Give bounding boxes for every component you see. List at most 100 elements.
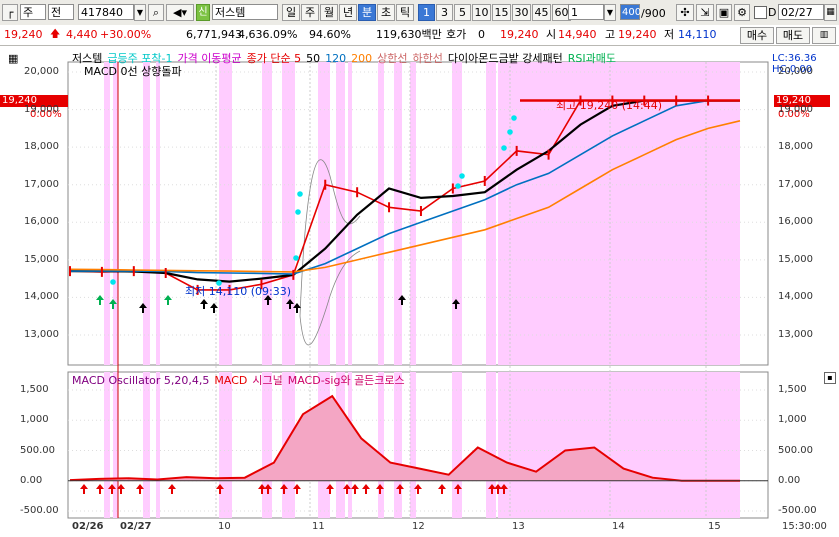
candle-15: [547, 149, 550, 160]
sell-button[interactable]: 매도: [776, 27, 810, 44]
period-button-0[interactable]: 일: [282, 4, 300, 21]
price-tick-right-6: 14,000: [778, 291, 813, 303]
chevron-down-icon[interactable]: ▼: [604, 4, 616, 21]
macd-legend-item-2: 시그널: [252, 374, 283, 387]
period-button-5[interactable]: 초: [377, 4, 395, 21]
high-limit-price: 19,240: [500, 28, 539, 41]
date-input[interactable]: 02/27: [778, 4, 824, 20]
up-arrow-icon: 🡅: [50, 29, 61, 40]
save-icon[interactable]: ▣: [716, 4, 732, 21]
price-tick-left-6: 14,000: [24, 291, 59, 303]
calendar-icon[interactable]: ▦: [824, 4, 837, 21]
x-axis-label-1: 02/27: [120, 521, 152, 532]
macd-tick-left-2: 500.00: [20, 444, 55, 456]
period-button-4[interactable]: 분: [358, 4, 376, 21]
price-legend-item-7: 상한선: [377, 52, 408, 65]
rsi-marker-2: [293, 255, 299, 261]
interval-button-30[interactable]: 30: [512, 4, 531, 21]
price-tick-left-7: 13,000: [24, 329, 59, 340]
candle-13: [483, 175, 486, 186]
macd-legend-item-1: MACD: [214, 374, 248, 387]
macd-highlight-band-13: [452, 372, 462, 518]
x-axis-label-0: 02/26: [72, 521, 104, 532]
crosshair-icon[interactable]: ✣: [676, 4, 694, 21]
period-button-3[interactable]: 년: [339, 4, 357, 21]
scale-icon[interactable]: ⇲: [696, 4, 714, 21]
interval-button-1[interactable]: 1: [418, 4, 435, 21]
hoga-value: 0: [478, 28, 485, 41]
interval-button-3[interactable]: 3: [436, 4, 453, 21]
date-checkbox[interactable]: [754, 6, 767, 19]
highlight-band-10: [378, 62, 384, 365]
x-axis-label-8: 15:30:00: [782, 521, 827, 532]
change-percent: +30.00%: [100, 28, 152, 41]
highlight-band-7: [318, 62, 330, 365]
split-icon[interactable]: ▥: [812, 27, 836, 44]
kind-select[interactable]: 전: [48, 4, 74, 20]
search-icon[interactable]: ⌕: [148, 4, 164, 21]
chart-area[interactable]: [0, 46, 839, 537]
buy-button[interactable]: 매수: [740, 27, 774, 44]
highlight-band-6: [282, 62, 295, 365]
macd-highlight-band-10: [378, 372, 384, 518]
interval-button-15[interactable]: 15: [492, 4, 511, 21]
market-select[interactable]: 주: [20, 4, 46, 20]
price-tick-right-4: 16,000: [778, 216, 813, 228]
rsi-marker-8: [507, 129, 513, 135]
interval-button-45[interactable]: 45: [532, 4, 551, 21]
gear-icon[interactable]: ⚙: [734, 4, 750, 21]
period-button-1[interactable]: 주: [301, 4, 319, 21]
chevron-down-icon[interactable]: ▼: [134, 4, 146, 21]
rsi-marker-6: [459, 173, 465, 179]
highlight-band-14: [486, 62, 496, 365]
macd-highlight-band-4: [219, 372, 232, 518]
low-label: 저: [664, 28, 675, 41]
highlight-band-1: [113, 62, 118, 365]
rsi-marker-0: [110, 279, 116, 285]
price-legend-item-5: 120: [325, 52, 347, 65]
rsi-marker-7: [501, 145, 507, 151]
period-button-2[interactable]: 월: [320, 4, 338, 21]
open-label: 시: [546, 28, 557, 41]
candle-14: [515, 145, 518, 156]
interval-select[interactable]: 1: [568, 4, 604, 20]
pane-toggle-icon[interactable]: ▪: [824, 372, 836, 384]
count-input[interactable]: 400: [620, 4, 641, 20]
candle-3: [164, 268, 167, 279]
price-tick-right-1: 19,000: [778, 103, 813, 115]
price-legend: 저스템 급등주 포착-1 가격 이동평균 종가 단순 5 50 120 200 상한선 하한선 다…: [72, 52, 621, 65]
candle-2: [132, 266, 135, 277]
stock-name-field: 저스템: [212, 4, 278, 20]
highlight-band-12: [410, 62, 416, 365]
interval-button-5[interactable]: 5: [454, 4, 471, 21]
menu-icon[interactable]: ┌: [2, 4, 18, 21]
macd-tick-right-0: 1,500: [778, 384, 807, 395]
date-mode-label: D: [768, 6, 777, 19]
x-axis-label-3: 11: [312, 521, 325, 532]
period-button-6[interactable]: 틱: [396, 4, 414, 21]
x-axis-label-6: 14: [612, 521, 625, 532]
price-tick-left-4: 16,000: [24, 216, 59, 228]
price-legend-item-8: 하한선: [412, 52, 443, 65]
macd-legend-item-3: MACD-sig와 골든크로스: [287, 374, 405, 387]
price-change: 4,440: [66, 28, 98, 41]
interval-button-10[interactable]: 10: [472, 4, 491, 21]
highlight-band-3: [156, 62, 160, 365]
chart-type-icon[interactable]: ▦: [8, 52, 18, 65]
top-toolbar: ┌ 주 전 417840 ▼ ⌕ ◀▾ 신 저스템 일주월년분초틱 1 3 5 10 1…: [0, 0, 839, 26]
candle-12: [451, 183, 454, 194]
rsi-marker-4: [297, 191, 303, 197]
high-label: 고: [605, 28, 616, 41]
price-tick-left-3: 17,000: [24, 178, 59, 190]
rsi-marker-9: [511, 115, 517, 121]
macd-highlight-band-16: [560, 372, 740, 518]
macd-highlight-band-11: [394, 372, 402, 518]
sound-icon[interactable]: ◀▾: [166, 4, 194, 21]
macd-highlight-band-3: [156, 372, 160, 518]
price-tick-right-7: 13,000: [778, 329, 813, 340]
price-tick-right-2: 18,000: [778, 141, 813, 153]
macd-tick-right-2: 500.00: [778, 444, 813, 456]
stock-code-input[interactable]: 417840: [78, 4, 134, 20]
macd-highlight-band-2: [143, 372, 150, 518]
price-tick-right-5: 15,000: [778, 253, 813, 265]
